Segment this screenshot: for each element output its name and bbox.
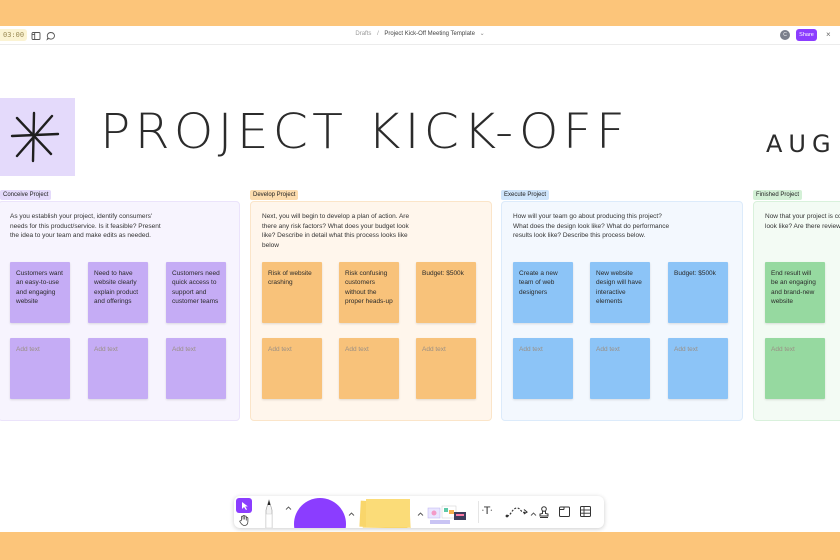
section-description[interactable]: Next, you will begin to develop a plan o…: [262, 212, 422, 250]
hand-icon: [239, 515, 249, 526]
dot-icon: •: [490, 508, 493, 515]
sticky-stack-icon: [359, 499, 411, 528]
shape-tool-button[interactable]: [294, 498, 346, 528]
table-icon: [580, 506, 591, 517]
stamp-icon: [539, 506, 549, 518]
sticky-placeholder: Add text: [345, 346, 369, 353]
stamp-sticker-tool-button[interactable]: [426, 502, 470, 526]
sticky-note[interactable]: Risk of website crashing: [262, 262, 322, 323]
top-header-bar: 03:00 Drafts / Project Kick-Off Meeting …: [0, 26, 840, 45]
sticky-placeholder: Add text: [596, 346, 620, 353]
section-description[interactable]: As you establish your project, identify …: [10, 212, 170, 241]
column-tag-execute[interactable]: Execute Project: [501, 190, 550, 200]
close-icon[interactable]: ×: [826, 31, 831, 39]
top-background-band: [0, 0, 840, 26]
empty-sticky-note[interactable]: Add text: [166, 338, 226, 399]
section-icon: [559, 506, 570, 517]
column-tag-finished[interactable]: Finished Project: [753, 190, 803, 200]
sticky-note[interactable]: Customers want an easy-to-use and engagi…: [10, 262, 70, 323]
sticky-text: Need to have website clearly explain pro…: [94, 270, 139, 305]
chevron-up-icon[interactable]: [530, 504, 537, 522]
empty-sticky-note[interactable]: Add text: [416, 338, 476, 399]
stickers-icon: [427, 505, 466, 524]
bottom-toolbar: •T•: [234, 496, 604, 528]
connector-tool-button[interactable]: [504, 503, 530, 521]
file-name[interactable]: Project Kick-Off Meeting Template: [384, 31, 474, 37]
sticky-placeholder: Add text: [519, 346, 543, 353]
toolbar-divider: [478, 501, 479, 523]
sticky-text: Risk of website crashing: [268, 270, 312, 287]
column-tag-conceive[interactable]: Conceive Project: [0, 190, 52, 200]
sticky-text: Budget: $500k: [674, 270, 716, 277]
table-tool-button[interactable]: [579, 505, 592, 518]
breadcrumb-separator: /: [377, 31, 379, 37]
sticky-placeholder: Add text: [94, 346, 118, 353]
sticky-text: Customers need quick access to support a…: [172, 270, 220, 305]
share-button[interactable]: Share: [796, 29, 817, 41]
sticky-placeholder: Add text: [771, 346, 795, 353]
avatar[interactable]: C: [780, 30, 790, 40]
sticky-text: New website design will have interactive…: [596, 270, 642, 305]
sticky-note[interactable]: Need to have website clearly explain pro…: [88, 262, 148, 323]
board-title[interactable]: PROJECT KICK-OFF: [100, 104, 629, 160]
sticky-text: Customers want an easy-to-use and engagi…: [16, 270, 63, 305]
sticky-note[interactable]: Risk confusing customers without the pro…: [339, 262, 399, 323]
sticky-placeholder: Add text: [268, 346, 292, 353]
figjam-board[interactable]: 03:00 Drafts / Project Kick-Off Meeting …: [0, 26, 840, 532]
chevron-up-icon[interactable]: [285, 504, 292, 513]
cursor-icon: [242, 502, 248, 510]
file-menu-chevron-icon[interactable]: ⌄: [480, 31, 485, 37]
sticky-placeholder: Add text: [674, 346, 698, 353]
sticky-note[interactable]: Customers need quick access to support a…: [166, 262, 226, 323]
connector-icon: [505, 507, 528, 518]
empty-sticky-note[interactable]: Add text: [513, 338, 573, 399]
breadcrumb: Drafts / Project Kick-Off Meeting Templa…: [0, 30, 840, 37]
breadcrumb-folder[interactable]: Drafts: [355, 31, 371, 37]
chevron-up-icon[interactable]: [348, 504, 355, 522]
empty-sticky-note[interactable]: Add text: [590, 338, 650, 399]
sticky-note-tool-button[interactable]: [356, 496, 414, 528]
sticky-placeholder: Add text: [16, 346, 40, 353]
empty-sticky-note[interactable]: Add text: [88, 338, 148, 399]
sticky-placeholder: Add text: [422, 346, 446, 353]
empty-sticky-note[interactable]: Add text: [262, 338, 322, 399]
stamp-tool-button[interactable]: [538, 505, 550, 519]
sticky-text: Risk confusing customers without the pro…: [345, 270, 393, 305]
sticky-text: Budget: $500k: [422, 270, 464, 277]
board-date[interactable]: AUG 1: [766, 130, 840, 158]
sticky-note[interactable]: New website design will have interactive…: [590, 262, 650, 323]
section-description[interactable]: Now that your project is complete, what …: [765, 212, 840, 231]
column-tag-develop[interactable]: Develop Project: [250, 190, 299, 200]
bottom-background-band: [0, 532, 840, 560]
section-description-text: Now that your project is complete, what …: [765, 213, 840, 230]
select-tool-button[interactable]: [236, 498, 252, 513]
empty-sticky-note[interactable]: Add text: [668, 338, 728, 399]
marker-tool-button[interactable]: [259, 496, 279, 528]
sticky-note[interactable]: End result will be an engaging and brand…: [765, 262, 825, 323]
section-description[interactable]: How will your team go about producing th…: [513, 212, 673, 241]
sticky-note[interactable]: Budget: $500k: [668, 262, 728, 323]
text-tool-icon: T: [483, 505, 491, 517]
pen-icon: [265, 498, 273, 528]
sticky-note[interactable]: Budget: $500k: [416, 262, 476, 323]
sticky-placeholder: Add text: [172, 346, 196, 353]
starburst-logo: [0, 98, 75, 176]
hand-tool-button[interactable]: [237, 513, 251, 527]
chevron-up-icon[interactable]: [417, 504, 424, 522]
sticky-note[interactable]: Create a new team of web designers: [513, 262, 573, 323]
sticky-text: Create a new team of web designers: [519, 270, 558, 296]
empty-sticky-note[interactable]: Add text: [339, 338, 399, 399]
empty-sticky-note[interactable]: Add text: [765, 338, 825, 399]
sticky-text: End result will be an engaging and brand…: [771, 270, 816, 305]
text-tool-button[interactable]: •T•: [482, 504, 492, 518]
empty-sticky-note[interactable]: Add text: [10, 338, 70, 399]
section-tool-button[interactable]: [558, 505, 571, 518]
